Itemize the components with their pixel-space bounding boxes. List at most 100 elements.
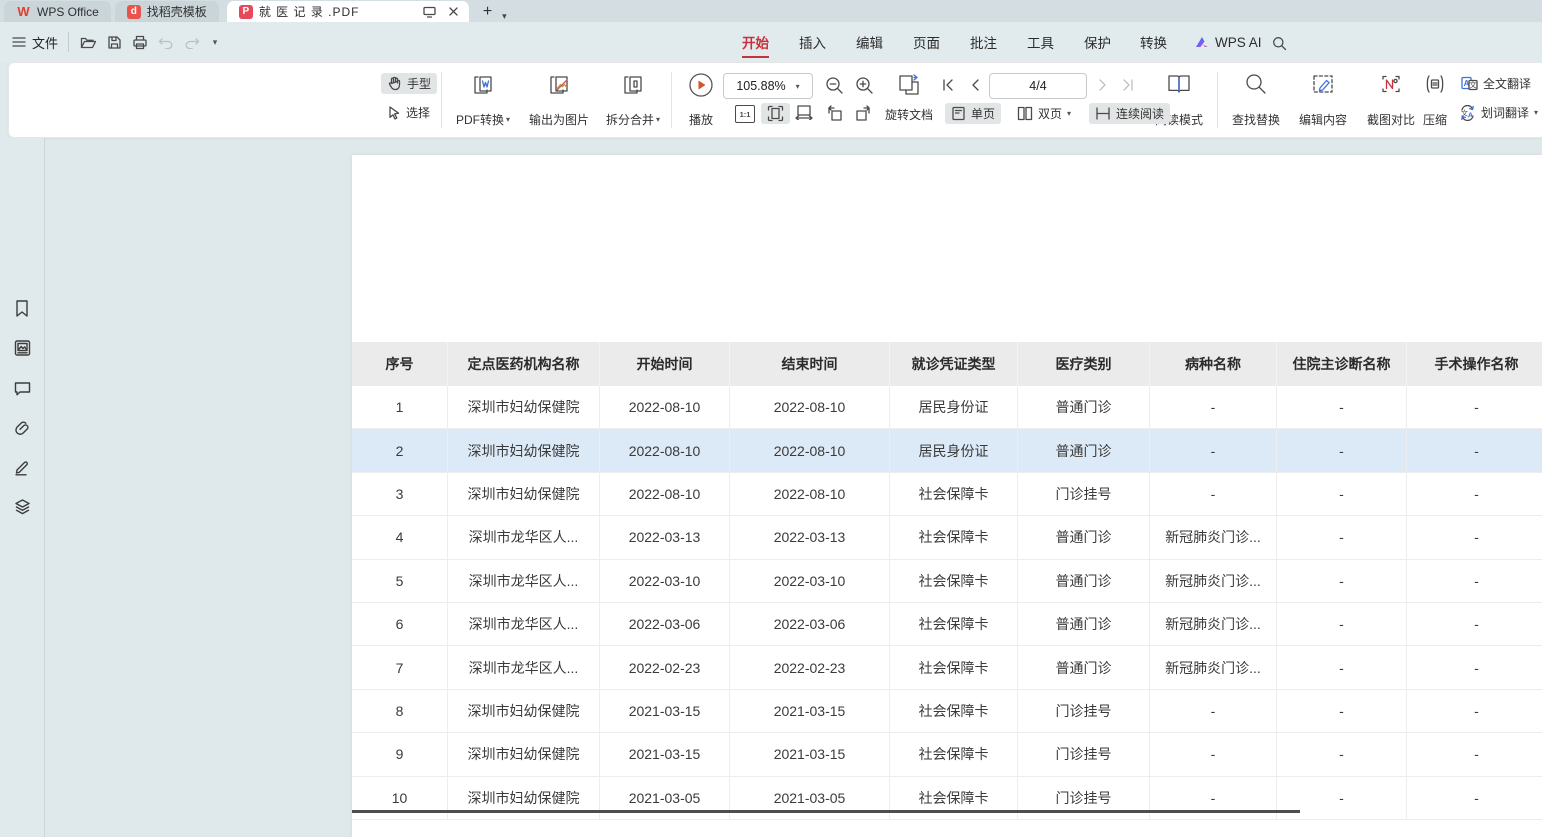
- menu-item-6[interactable]: 工具: [1025, 22, 1056, 62]
- comment-icon[interactable]: [12, 378, 32, 398]
- thumbnail-icon[interactable]: [12, 338, 32, 358]
- tab-docer[interactable]: d 找稻壳模板: [115, 1, 219, 22]
- attachment-icon[interactable]: [12, 418, 32, 438]
- next-page-icon[interactable]: [1097, 78, 1109, 92]
- swap-pages-icon[interactable]: [895, 71, 923, 99]
- layers-icon[interactable]: [12, 497, 32, 517]
- redo-icon[interactable]: [183, 33, 201, 51]
- export-image-button[interactable]: 输出为图片: [519, 72, 599, 128]
- continuous-read-button[interactable]: 连续阅读: [1089, 103, 1170, 124]
- table-cell: 深圳市龙华区人...: [448, 516, 600, 558]
- pdf-file-icon: P: [239, 5, 253, 19]
- tab-strip: W WPS Office d 找稻壳模板 P 就 医 记 录 .PDF + ▾: [0, 0, 1542, 22]
- actual-size-button[interactable]: 1:1: [735, 105, 755, 123]
- table-bottom-rule: [352, 810, 1300, 813]
- table-cell: -: [1407, 646, 1542, 688]
- table-row[interactable]: 1深圳市妇幼保健院2022-08-102022-08-10居民身份证普通门诊--…: [352, 386, 1542, 429]
- undo-icon[interactable]: [157, 33, 175, 51]
- table-row[interactable]: 2深圳市妇幼保健院2022-08-102022-08-10居民身份证普通门诊--…: [352, 429, 1542, 472]
- table-cell: 新冠肺炎门诊...: [1150, 516, 1277, 558]
- table-cell: 深圳市妇幼保健院: [448, 429, 600, 471]
- page-number-input[interactable]: [989, 73, 1087, 99]
- split-merge-button[interactable]: 拆分合并▾: [597, 72, 669, 128]
- save-icon[interactable]: [105, 33, 123, 51]
- edit-content-button[interactable]: 编辑内容: [1291, 72, 1355, 128]
- rotate-left-icon[interactable]: [825, 105, 843, 122]
- double-page-button[interactable]: 双页 ▾: [1011, 103, 1077, 124]
- table-cell: -: [1150, 690, 1277, 732]
- open-file-icon[interactable]: [79, 33, 97, 51]
- menu-item-2[interactable]: 插入: [797, 22, 828, 62]
- table-header-cell: 住院主诊断名称: [1277, 342, 1407, 386]
- signature-icon[interactable]: [12, 457, 32, 477]
- table-cell: 2022-03-13: [600, 516, 730, 558]
- zoom-level-select[interactable]: 105.88% ▾: [723, 73, 813, 99]
- double-page-icon: [1017, 106, 1033, 121]
- find-replace-button[interactable]: 查找替换: [1223, 72, 1289, 128]
- menu-wps-ai[interactable]: WPS AI: [1192, 22, 1264, 62]
- tab-document-active[interactable]: P 就 医 记 录 .PDF: [227, 1, 469, 22]
- table-cell: -: [1407, 777, 1542, 819]
- table-cell: 2022-02-23: [600, 646, 730, 688]
- table-cell: -: [1277, 386, 1407, 428]
- table-cell: -: [1407, 603, 1542, 645]
- menu-search-icon[interactable]: [1270, 34, 1288, 52]
- hand-tool-button[interactable]: 手型: [381, 73, 437, 94]
- fit-width-button[interactable]: [795, 105, 813, 120]
- fit-page-button[interactable]: [761, 103, 790, 124]
- menu-item-1[interactable]: 开始: [740, 22, 771, 62]
- menu-item-8[interactable]: 转换: [1138, 22, 1169, 62]
- file-menu-button[interactable]: 文件: [12, 22, 58, 62]
- play-button[interactable]: 播放: [679, 72, 723, 128]
- present-monitor-icon[interactable]: [423, 5, 437, 19]
- table-row[interactable]: 6深圳市龙华区人...2022-03-062022-03-06社会保障卡普通门诊…: [352, 603, 1542, 646]
- table-cell: 普通门诊: [1018, 646, 1150, 688]
- zoom-in-icon[interactable]: [855, 76, 874, 95]
- table-header-cell: 医疗类别: [1018, 342, 1150, 386]
- print-icon[interactable]: [131, 33, 149, 51]
- rotate-right-icon[interactable]: [855, 105, 873, 122]
- menu-item-4[interactable]: 页面: [911, 22, 942, 62]
- prev-page-icon[interactable]: [969, 78, 981, 92]
- zoom-out-icon[interactable]: [825, 76, 844, 95]
- menu-item-5[interactable]: 批注: [968, 22, 999, 62]
- table-row[interactable]: 3深圳市妇幼保健院2022-08-102022-08-10社会保障卡门诊挂号--…: [352, 473, 1542, 516]
- hamburger-icon: [12, 36, 26, 48]
- table-cell: -: [1150, 733, 1277, 775]
- table-cell: -: [1407, 429, 1542, 471]
- pdf-convert-label: PDF转换: [456, 111, 504, 128]
- select-tool-button[interactable]: 选择: [381, 102, 436, 123]
- table-header-cell: 就诊凭证类型: [890, 342, 1018, 386]
- table-row[interactable]: 7深圳市龙华区人...2022-02-232022-02-23社会保障卡普通门诊…: [352, 646, 1542, 689]
- pdf-convert-button[interactable]: PDF转换▾: [447, 72, 519, 128]
- cursor-icon: [387, 105, 401, 120]
- single-page-button[interactable]: 单页: [945, 103, 1001, 124]
- table-cell: 普通门诊: [1018, 560, 1150, 602]
- compress-label: 压缩: [1423, 111, 1447, 128]
- new-tab-button[interactable]: +: [483, 2, 492, 22]
- menu-item-7[interactable]: 保护: [1082, 22, 1113, 62]
- double-page-label: 双页: [1038, 105, 1062, 122]
- table-row[interactable]: 5深圳市龙华区人...2022-03-102022-03-10社会保障卡普通门诊…: [352, 560, 1542, 603]
- full-translate-button[interactable]: A文 全文翻译: [1461, 75, 1531, 92]
- table-row[interactable]: 9深圳市妇幼保健院2021-03-152021-03-15社会保障卡门诊挂号--…: [352, 733, 1542, 776]
- table-row[interactable]: 4深圳市龙华区人...2022-03-132022-03-13社会保障卡普通门诊…: [352, 516, 1542, 559]
- first-page-icon[interactable]: [941, 78, 955, 92]
- rotate-doc-button[interactable]: 旋转文档: [885, 106, 933, 123]
- tab-wps-home[interactable]: W WPS Office: [4, 1, 111, 22]
- chevron-down-icon: ▾: [506, 115, 510, 124]
- table-cell: 社会保障卡: [890, 690, 1018, 732]
- word-translate-button[interactable]: 文A 划词翻译 ▾: [1459, 104, 1538, 121]
- tab-list-chevron-icon[interactable]: ▾: [502, 11, 507, 22]
- menu-item-3[interactable]: 编辑: [854, 22, 885, 62]
- table-row[interactable]: 8深圳市妇幼保健院2021-03-152021-03-15社会保障卡门诊挂号--…: [352, 690, 1542, 733]
- table-row[interactable]: 10深圳市妇幼保健院2021-03-052021-03-05社会保障卡门诊挂号-…: [352, 777, 1542, 820]
- bookmark-icon[interactable]: [12, 298, 32, 318]
- quickbar-chevron-icon[interactable]: ▾: [206, 33, 224, 51]
- close-tab-icon[interactable]: [447, 5, 461, 19]
- table-cell: 2022-03-06: [600, 603, 730, 645]
- compress-button[interactable]: 压缩: [1413, 72, 1457, 128]
- last-page-icon[interactable]: [1121, 78, 1135, 92]
- divider: [441, 72, 442, 128]
- single-page-label: 单页: [971, 105, 995, 122]
